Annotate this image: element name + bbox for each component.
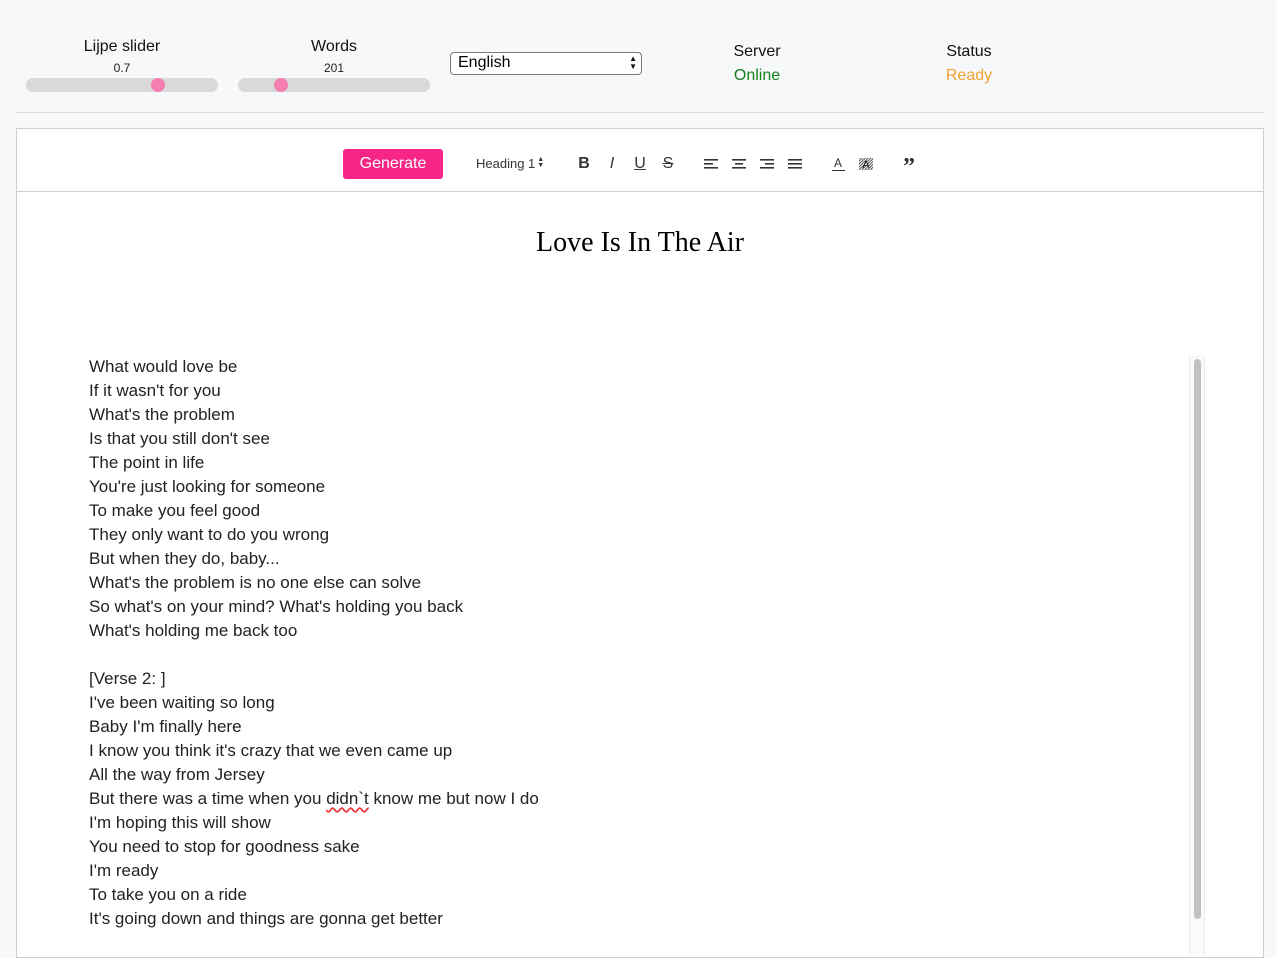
lyric-line: Baby I'm finally here <box>89 717 242 736</box>
lyric-line: To make you feel good <box>89 501 261 520</box>
text-color-glyph: A <box>833 155 842 170</box>
rich-text-editor: Generate Heading 1 ▲ ▼ B I U S A A ” Lov… <box>16 128 1264 958</box>
blockquote-icon[interactable]: ” <box>899 154 919 180</box>
lyric-line <box>89 643 1204 667</box>
highlight-color-icon[interactable]: A <box>856 154 876 174</box>
strikethrough-glyph: S <box>662 155 674 172</box>
language-select[interactable]: English ▲ ▼ <box>450 52 642 75</box>
heading-select-value: Heading 1 <box>476 156 536 171</box>
words-slider-value: 201 <box>323 61 345 75</box>
lyrics-content[interactable]: What would love be If it wasn't for you Wh… <box>89 355 1204 955</box>
words-slider-thumb[interactable] <box>274 78 288 92</box>
lyric-line: All the way from Jersey <box>89 765 265 784</box>
lyric-line: But when they do, baby... <box>89 549 280 568</box>
lijpe-slider-label: Lijpe slider <box>83 38 161 55</box>
editor-toolbar: Generate Heading 1 ▲ ▼ B I U S A A ” <box>17 129 1263 192</box>
server-label: Server <box>733 43 781 60</box>
heading-select-caret-icon: ▲ ▼ <box>537 156 545 169</box>
lyric-line: I know you think it's crazy that we even… <box>89 741 453 760</box>
lyric-line: But there was a time when you didn`t kno… <box>89 789 539 808</box>
text-color-bar <box>831 169 845 172</box>
align-left-icon[interactable] <box>701 154 721 174</box>
align-justify-icon[interactable] <box>785 154 805 174</box>
lyrics-scrollbar-thumb[interactable] <box>1194 359 1201 919</box>
bold-glyph: B <box>578 155 590 172</box>
document-title[interactable]: Love Is In The Air <box>17 227 1263 259</box>
select-arrows-icon: ▲ ▼ <box>629 54 637 71</box>
lyric-line: I've been waiting so long <box>89 693 275 712</box>
lijpe-slider-value: 0.7 <box>113 61 131 75</box>
server-status-value: Online <box>733 67 781 84</box>
lyric-line: You need to stop for goodness sake <box>89 837 360 856</box>
words-slider-label: Words <box>311 38 357 55</box>
lyric-line: You're just looking for someone <box>89 477 326 496</box>
highlight-color-glyph: A <box>862 159 870 171</box>
italic-icon[interactable]: I <box>602 154 622 174</box>
lyric-line: What's the problem is no one else can so… <box>89 573 422 592</box>
lyric-line: What would love be <box>89 357 238 376</box>
italic-glyph: I <box>609 155 615 172</box>
lyric-line: What's holding me back too <box>89 621 298 640</box>
lyric-line: They only want to do you wrong <box>89 525 330 544</box>
underline-glyph: U <box>634 155 646 172</box>
lyric-line: It's going down and things are gonna get… <box>89 909 443 928</box>
status-label: Status <box>946 43 992 60</box>
lyrics-scrollbar[interactable] <box>1189 355 1205 955</box>
bold-icon[interactable]: B <box>574 154 594 174</box>
lyric-line: I'm ready <box>89 861 159 880</box>
lijpe-slider-thumb[interactable] <box>151 78 165 92</box>
align-center-icon[interactable] <box>729 154 749 174</box>
lyric-line: What's the problem <box>89 405 235 424</box>
lyric-line: The point in life <box>89 453 205 472</box>
underline-icon[interactable]: U <box>630 154 650 174</box>
blockquote-glyph: ” <box>903 154 915 180</box>
lyric-line: I'm hoping this will show <box>89 813 271 832</box>
lyric-line: Is that you still don't see <box>89 429 270 448</box>
lyric-line: If it wasn't for you <box>89 381 221 400</box>
spellcheck-word: didn`t <box>326 789 369 808</box>
lyric-line: To take you on a ride <box>89 885 247 904</box>
lyric-line: So what's on your mind? What's holding y… <box>89 597 464 616</box>
lijpe-slider[interactable] <box>26 78 218 92</box>
words-slider[interactable] <box>238 78 430 92</box>
generate-button[interactable]: Generate <box>343 149 443 179</box>
header-divider <box>16 112 1264 113</box>
align-right-icon[interactable] <box>757 154 777 174</box>
status-value: Ready <box>945 67 993 84</box>
language-select-value: English <box>458 54 511 71</box>
text-color-icon[interactable]: A <box>828 154 848 174</box>
lyric-line: [Verse 2: ] <box>89 669 166 688</box>
heading-select[interactable]: Heading 1 ▲ ▼ <box>476 156 544 171</box>
top-control-bar: Lijpe slider 0.7 Words 201 English ▲ ▼ Se… <box>0 0 1276 112</box>
strikethrough-icon[interactable]: S <box>658 154 678 174</box>
